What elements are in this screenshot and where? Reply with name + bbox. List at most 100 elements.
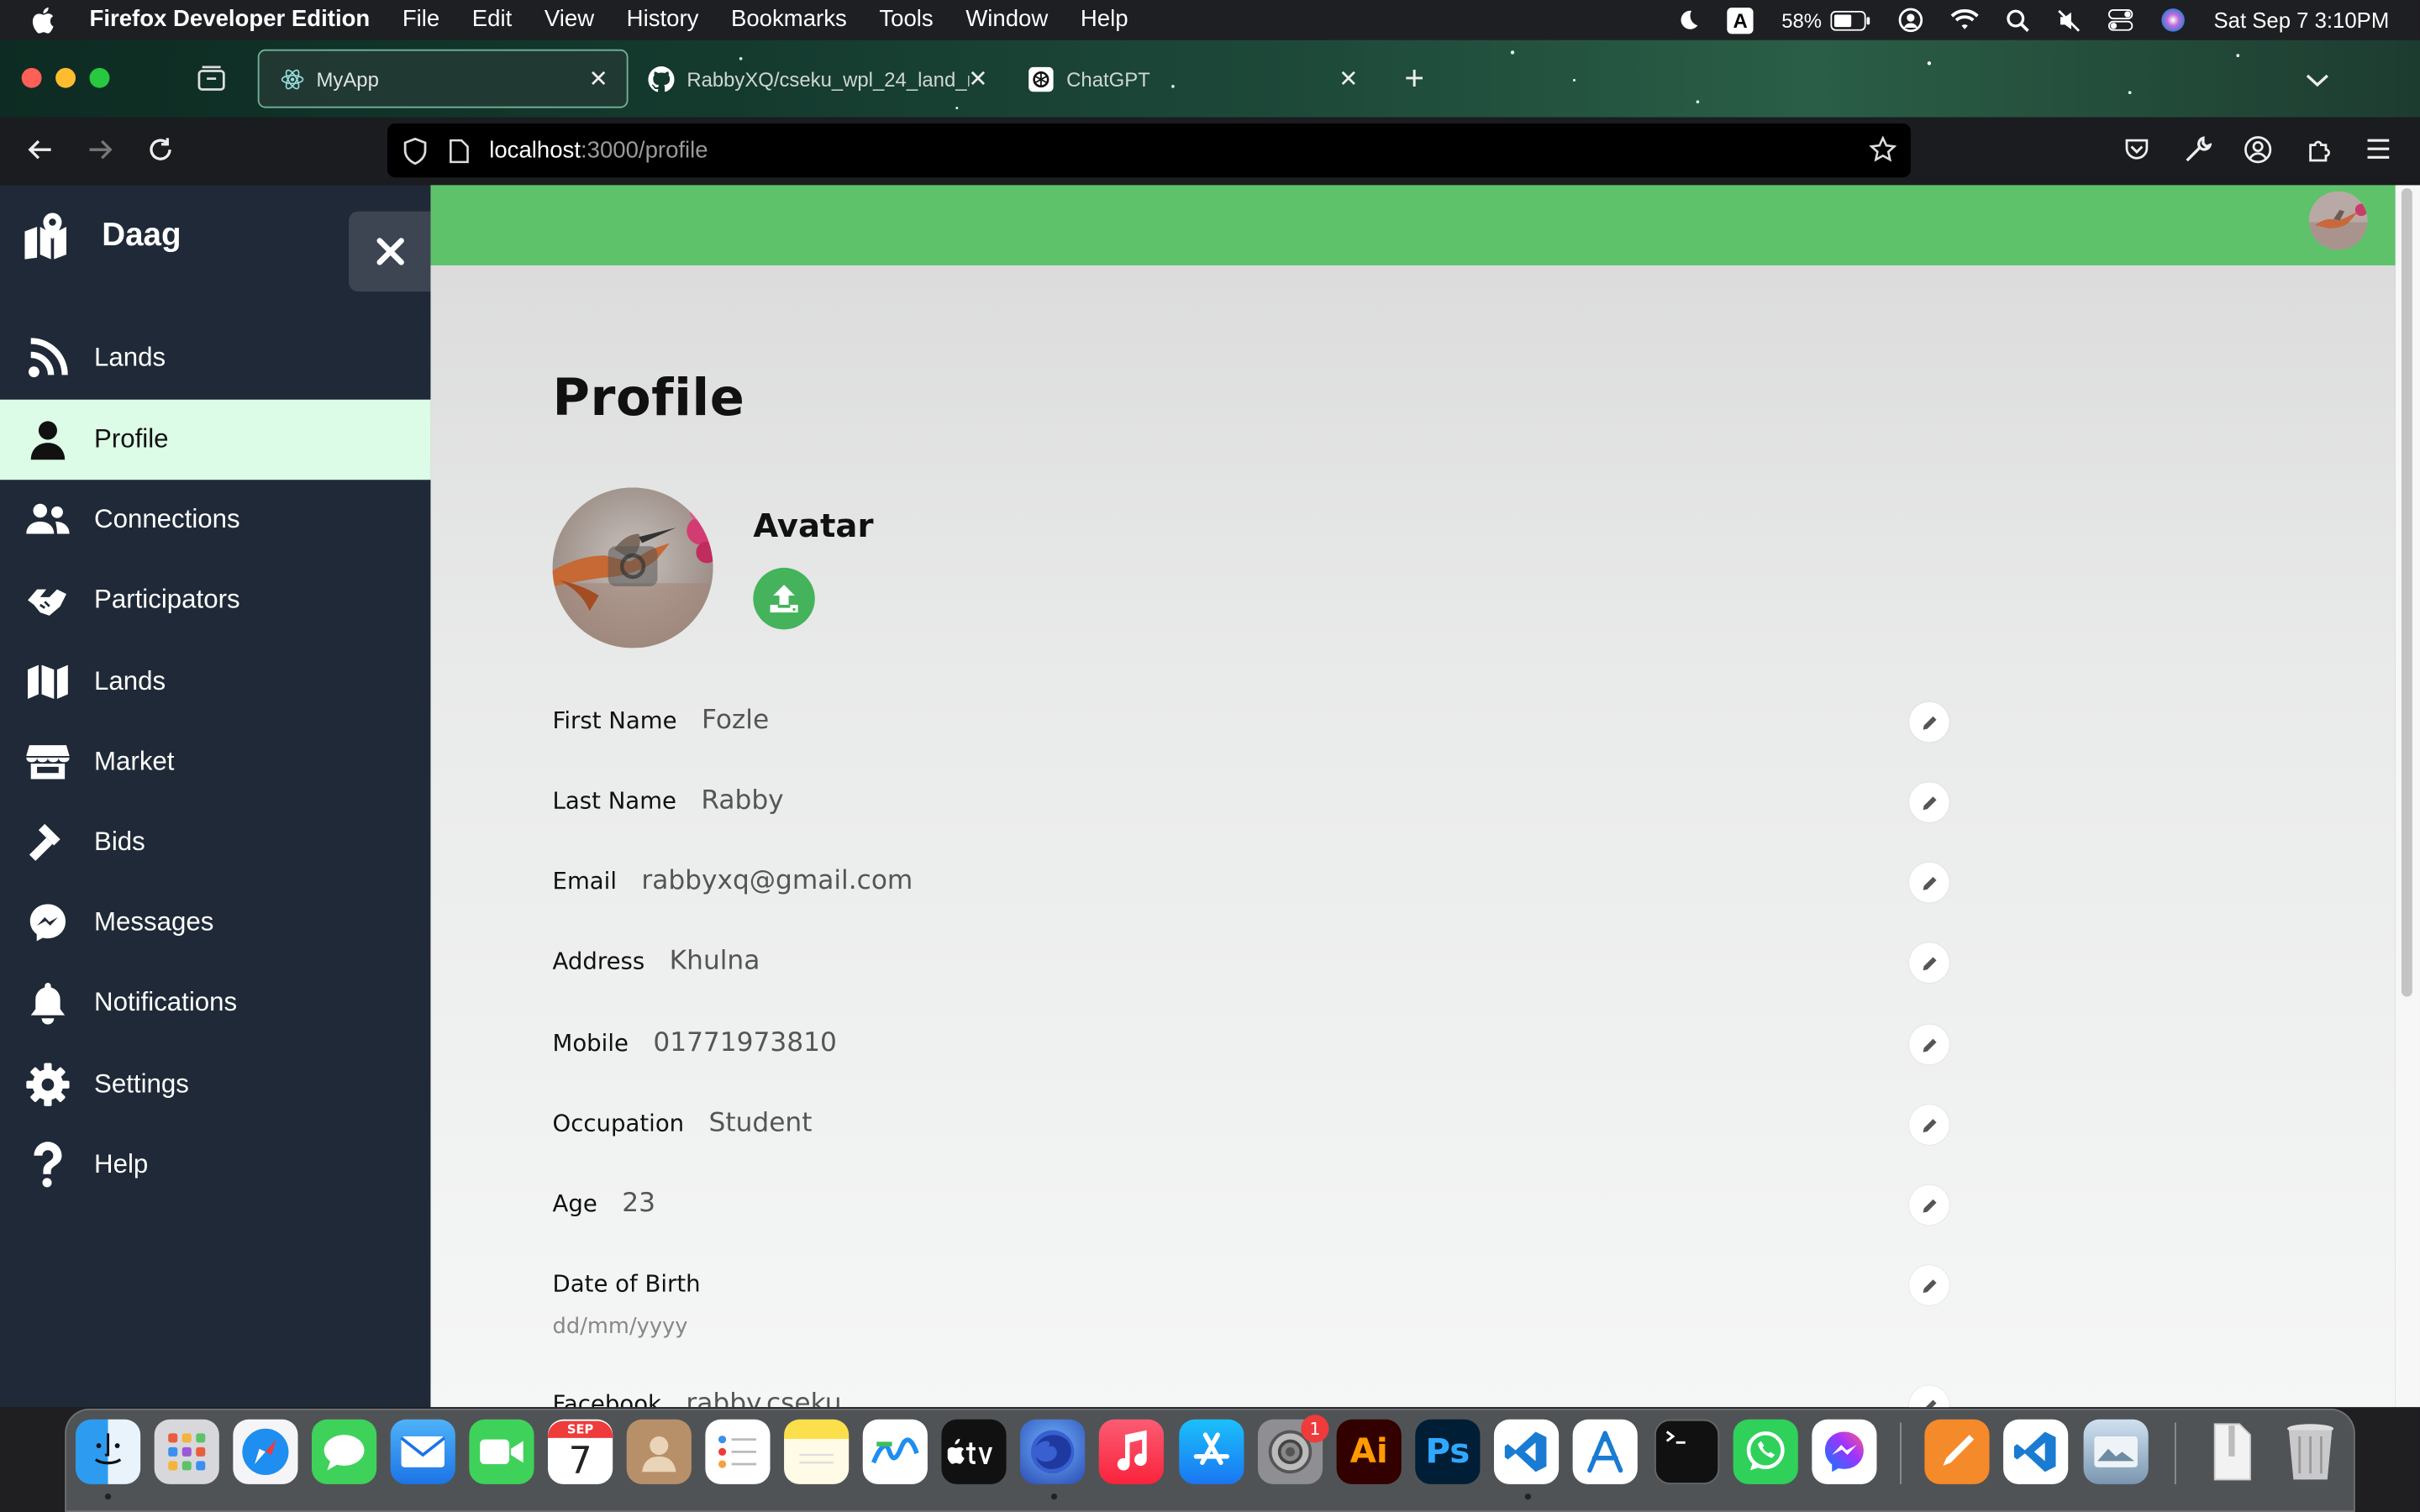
instruments-icon[interactable] [1572,1419,1638,1484]
trash-icon[interactable] [2278,1420,2343,1484]
extensions-puzzle-icon[interactable] [2306,136,2333,171]
tab-close-icon[interactable]: ✕ [1339,65,1358,92]
notes-icon[interactable] [784,1419,850,1484]
wifi-icon[interactable] [1951,0,1980,40]
apple-tv-icon[interactable] [941,1419,1007,1484]
firefox-view-icon[interactable] [197,65,225,98]
freeform-icon[interactable] [862,1419,928,1484]
new-tab-plus-icon[interactable]: + [1404,61,1424,95]
moon-icon[interactable] [1677,0,1699,40]
bookmark-star-icon[interactable] [1869,135,1897,164]
profile-avatar-image[interactable] [552,487,713,648]
sidebar-item-participators[interactable]: Participators [0,560,430,641]
finder-icon[interactable] [75,1419,141,1484]
edit-mobile-button[interactable] [1909,1024,1949,1065]
apple-icon[interactable] [31,6,62,34]
pocket-icon[interactable] [2123,137,2149,170]
tab-close-icon[interactable]: ✕ [968,65,987,92]
sidebar-item-messages[interactable]: Messages [0,883,430,963]
edit-last-name-button[interactable] [1909,782,1949,822]
app-name-menu[interactable]: Firefox Developer Edition [90,0,371,40]
tab-github[interactable]: RabbyXQ/cseku_wpl_24_land_m ✕ [627,50,1010,108]
mail-icon[interactable] [390,1419,455,1484]
edit-email-button[interactable] [1909,862,1949,903]
date-of-birth-input[interactable]: dd/mm/yyyy [553,1315,688,1339]
sidebar-item-lands-map[interactable]: Lands [0,642,430,722]
edit-age-button[interactable] [1909,1184,1949,1226]
reload-icon[interactable] [146,136,174,171]
window-zoom-button[interactable] [89,67,110,88]
edit-facebook-button[interactable] [1909,1385,1949,1408]
app-store-icon[interactable] [1179,1419,1244,1484]
preview-icon[interactable] [2083,1419,2149,1484]
menu-bookmarks[interactable]: Bookmarks [731,0,847,40]
tab-chatgpt[interactable]: ChatGPT ✕ [1007,50,1377,108]
sidebar-close-button[interactable] [349,211,431,292]
shield-icon[interactable] [402,136,427,165]
sidebar-item-settings[interactable]: Settings [0,1044,430,1125]
safari-icon[interactable] [233,1419,298,1484]
clock[interactable]: Sat Sep 7 3:10PM [2214,0,2390,40]
upload-avatar-button[interactable] [753,567,815,630]
sidebar-item-help[interactable]: Help [0,1125,430,1205]
vector-pen-icon[interactable] [1924,1419,1990,1484]
scrollbar-thumb[interactable] [2401,188,2412,997]
sidebar-item-market[interactable]: Market [0,722,430,803]
sidebar-item-connections[interactable]: Connections [0,480,430,560]
wrench-icon[interactable] [2184,136,2212,171]
messenger-app-icon[interactable] [1812,1419,1877,1484]
firefox-dev-icon[interactable] [1020,1419,1086,1484]
window-close-button[interactable] [21,67,42,88]
sidebar-item-profile[interactable]: Profile [0,399,431,480]
back-arrow-icon[interactable] [26,136,54,171]
facetime-icon[interactable] [469,1419,534,1484]
forward-arrow-icon[interactable] [87,136,114,171]
menu-tools[interactable]: Tools [879,0,933,40]
edit-occupation-button[interactable] [1909,1105,1949,1145]
sidebar-item-bids[interactable]: Bids [0,802,430,883]
illustrator-icon[interactable]: Ai [1336,1419,1402,1484]
control-center-icon[interactable] [2108,0,2134,40]
messages-app-icon[interactable] [312,1419,377,1484]
vscode-icon[interactable] [1493,1419,1560,1484]
vscode-insiders-icon[interactable] [2003,1419,2069,1484]
list-all-tabs-chevron-icon[interactable] [2306,68,2329,96]
menu-history[interactable]: History [627,0,699,40]
battery-icon[interactable] [1831,0,1871,40]
calendar-icon[interactable]: SEP 7 [548,1419,613,1484]
hamburger-menu-icon[interactable] [2366,137,2391,168]
terminal-icon[interactable] [1654,1419,1720,1484]
account-circle-icon[interactable] [2244,136,2272,171]
mute-icon[interactable] [2058,0,2081,40]
edit-date-of-birth-button[interactable] [1909,1265,1949,1305]
header-avatar[interactable] [2308,191,2368,250]
spotlight-search-icon[interactable] [2007,0,2030,40]
sidebar-item-lands[interactable]: Lands [0,318,430,398]
page-info-icon[interactable] [449,138,469,163]
sidebar-item-notifications[interactable]: Notifications [0,963,430,1043]
photoshop-icon[interactable]: Ps [1415,1419,1481,1484]
tab-close-icon[interactable]: ✕ [589,65,608,92]
menu-help[interactable]: Help [1081,0,1128,40]
window-minimize-button[interactable] [55,67,76,88]
zip-archive-icon[interactable] [2199,1420,2264,1484]
account-icon[interactable] [1899,0,1923,40]
menu-window[interactable]: Window [965,0,1048,40]
tab-myapp[interactable]: MyApp ✕ [257,49,629,108]
menu-file[interactable]: File [402,0,439,40]
reminders-icon[interactable] [705,1419,771,1484]
menu-edit[interactable]: Edit [472,0,512,40]
edit-address-button[interactable] [1909,942,1949,983]
whatsapp-icon[interactable] [1733,1419,1798,1484]
menu-view[interactable]: View [544,0,594,40]
edit-first-name-button[interactable] [1909,701,1949,743]
question-icon [24,1142,71,1188]
brand-logo[interactable]: Daag [24,213,182,260]
music-icon[interactable] [1098,1419,1164,1484]
siri-icon[interactable] [2161,0,2186,40]
launchpad-icon[interactable] [154,1419,219,1484]
field-value: Student [708,1107,813,1139]
input-source-icon[interactable]: A [1727,0,1754,40]
contacts-icon[interactable] [626,1419,692,1484]
url-bar[interactable]: localhost :3000/profile [387,123,1911,178]
